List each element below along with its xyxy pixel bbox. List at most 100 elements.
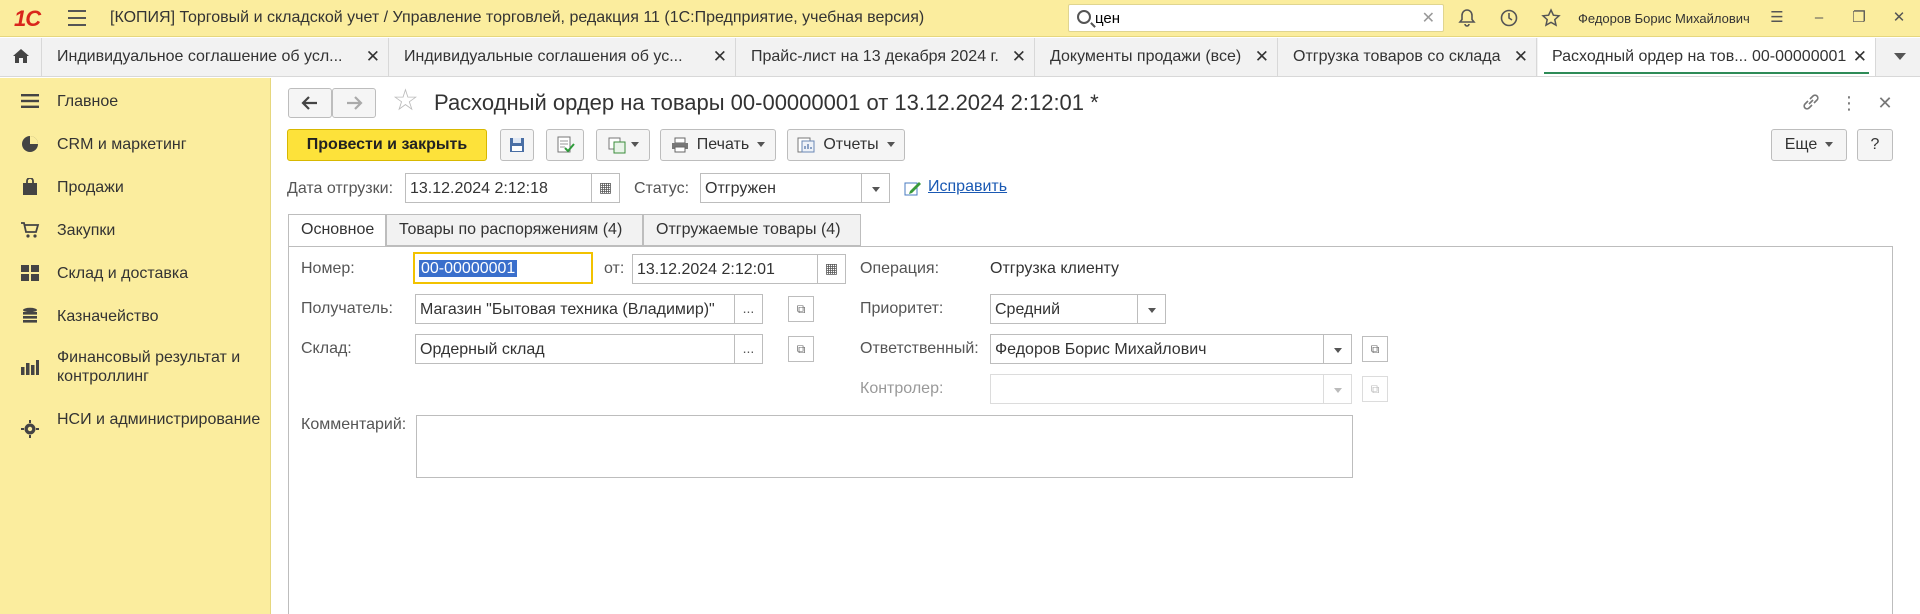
reports-button[interactable]: Отчеты (787, 129, 905, 161)
cart-icon (21, 222, 40, 238)
close-window-icon[interactable]: ✕ (1886, 6, 1912, 30)
tab-close-icon[interactable]: ✕ (1853, 38, 1867, 76)
printer-icon (671, 137, 688, 153)
open-recipient-icon[interactable]: ⧉ (788, 296, 814, 322)
comment-textarea[interactable] (416, 415, 1353, 478)
responsible-field[interactable]: Федоров Борис Михайлович (990, 334, 1352, 364)
favorites-star-icon[interactable] (1540, 8, 1562, 30)
tabs-dropdown-icon[interactable] (1894, 53, 1906, 60)
history-icon[interactable] (1498, 8, 1520, 30)
main-menu-icon[interactable] (68, 10, 86, 26)
operation-label: Операция: (860, 260, 940, 277)
tab-warehouse-shipment[interactable]: Отгрузка товаров со склада ✕ (1279, 38, 1537, 76)
status-select[interactable]: Отгружен (700, 173, 890, 203)
fix-link[interactable]: Исправить (928, 178, 1007, 196)
close-form-icon[interactable]: ✕ (1874, 92, 1896, 114)
more-button[interactable]: Еще (1771, 129, 1847, 161)
arrow-left-icon (301, 96, 317, 110)
back-button[interactable] (288, 88, 332, 118)
open-controller-icon: ⧉ (1362, 376, 1388, 402)
controller-field (990, 374, 1352, 404)
post-document-icon (557, 136, 575, 153)
status-label: Статус: (634, 180, 690, 197)
minimize-icon[interactable]: – (1806, 6, 1832, 30)
priority-select[interactable]: Средний (990, 294, 1166, 324)
warehouse-label: Склад: (301, 340, 352, 357)
arrow-right-icon (347, 96, 363, 110)
print-button[interactable]: Печать (660, 129, 776, 161)
save-icon (510, 138, 524, 152)
open-windows-bar: Индивидуальное соглашение об усл... ✕ Ин… (0, 38, 1920, 77)
gear-icon (21, 420, 39, 438)
menu-lines-icon (21, 94, 39, 108)
shopping-bag-icon (23, 178, 37, 195)
tab-goods-by-orders[interactable]: Товары по распоряжениям (4) (386, 214, 643, 246)
sidebar-item-warehouse[interactable]: Склад и доставка (0, 262, 271, 286)
tab-close-icon[interactable]: ✕ (713, 38, 727, 76)
number-field[interactable]: 00-00000001 (413, 252, 593, 284)
tab-close-icon[interactable]: ✕ (1255, 38, 1269, 76)
bell-icon[interactable] (1456, 8, 1478, 30)
chevron-down-icon[interactable] (861, 174, 889, 202)
tab-individual-agreements[interactable]: Индивидуальные соглашения об ус... ✕ (390, 38, 736, 76)
sidebar-item-treasury[interactable]: Казначейство (0, 305, 271, 329)
sidebar-item-main[interactable]: Главное (0, 90, 271, 114)
open-responsible-icon[interactable]: ⧉ (1362, 336, 1388, 362)
help-button[interactable]: ? (1857, 129, 1893, 161)
app-logo: 1С (14, 6, 41, 31)
select-ellipsis-button[interactable]: ... (734, 295, 762, 323)
favorite-star-icon[interactable]: ☆ (392, 86, 419, 116)
tab-shipped-goods[interactable]: Отгружаемые товары (4) (643, 214, 861, 246)
search-input[interactable] (1095, 9, 1395, 27)
sidebar-item-financial-result[interactable]: Финансовый результат и контроллинг (0, 346, 271, 390)
calendar-icon[interactable]: ▦ (817, 255, 845, 283)
warehouse-field[interactable]: Ордерный склад ... (415, 334, 763, 364)
sidebar-item-crm[interactable]: CRM и маркетинг (0, 133, 271, 157)
settings-lines-icon[interactable]: ☰ (1764, 6, 1790, 30)
pie-chart-icon (22, 136, 38, 152)
sections-panel: Главное CRM и маркетинг Продажи Закупки … (0, 78, 271, 614)
sidebar-item-admin[interactable]: НСИ и администрирование (0, 408, 271, 452)
create-based-on-button[interactable] (596, 129, 650, 161)
bar-chart-icon (21, 360, 39, 375)
controller-label: Контролер: (860, 380, 944, 397)
link-icon[interactable] (1800, 92, 1822, 114)
sidebar-item-sales[interactable]: Продажи (0, 176, 271, 200)
tab-sales-documents[interactable]: Документы продажи (все) ✕ (1036, 38, 1278, 76)
priority-label: Приоритет: (860, 300, 944, 317)
edit-pencil-icon (904, 182, 921, 196)
sidebar-item-purchases[interactable]: Закупки (0, 219, 271, 243)
forward-button[interactable] (332, 88, 376, 118)
app-title: [КОПИЯ] Торговый и складской учет / Упра… (110, 9, 925, 26)
select-ellipsis-button[interactable]: ... (734, 335, 762, 363)
shipment-date-field[interactable]: 13.12.2024 2:12:18 ▦ (405, 173, 620, 203)
chevron-down-icon (1323, 375, 1351, 403)
user-name[interactable]: Федоров Борис Михайлович (1578, 11, 1750, 26)
operation-value: Отгрузка клиенту (990, 260, 1120, 277)
number-label: Номер: (301, 260, 355, 277)
chevron-down-icon[interactable] (1137, 295, 1165, 323)
from-date-field[interactable]: 13.12.2024 2:12:01 ▦ (632, 254, 846, 284)
search-box[interactable]: ✕ (1068, 4, 1444, 32)
tab-close-icon[interactable]: ✕ (1514, 38, 1528, 76)
more-vertical-icon[interactable]: ⋮ (1838, 92, 1860, 114)
recipient-label: Получатель: (301, 300, 393, 317)
home-icon (13, 49, 29, 63)
tab-individual-agreement[interactable]: Индивидуальное соглашение об усл... ✕ (43, 38, 389, 76)
tab-close-icon[interactable]: ✕ (1012, 38, 1026, 76)
clear-search-icon[interactable]: ✕ (1422, 8, 1435, 28)
tab-expense-order[interactable]: Расходный ордер на тов... 00-00000001 ✕ (1538, 38, 1876, 76)
chevron-down-icon[interactable] (1323, 335, 1351, 363)
post-button[interactable] (546, 129, 584, 161)
calendar-icon[interactable]: ▦ (591, 174, 619, 202)
save-button[interactable] (500, 129, 534, 161)
open-warehouse-icon[interactable]: ⧉ (788, 336, 814, 362)
restore-icon[interactable]: ❐ (1846, 6, 1872, 30)
post-and-close-button[interactable]: Провести и закрыть (287, 129, 487, 161)
tab-price-list[interactable]: Прайс-лист на 13 декабря 2024 г. ✕ (737, 38, 1035, 76)
tab-close-icon[interactable]: ✕ (366, 38, 380, 76)
search-icon (1077, 10, 1091, 24)
recipient-field[interactable]: Магазин "Бытовая техника (Владимир)" ... (415, 294, 763, 324)
home-button[interactable] (0, 38, 42, 76)
tab-main[interactable]: Основное (288, 214, 386, 247)
